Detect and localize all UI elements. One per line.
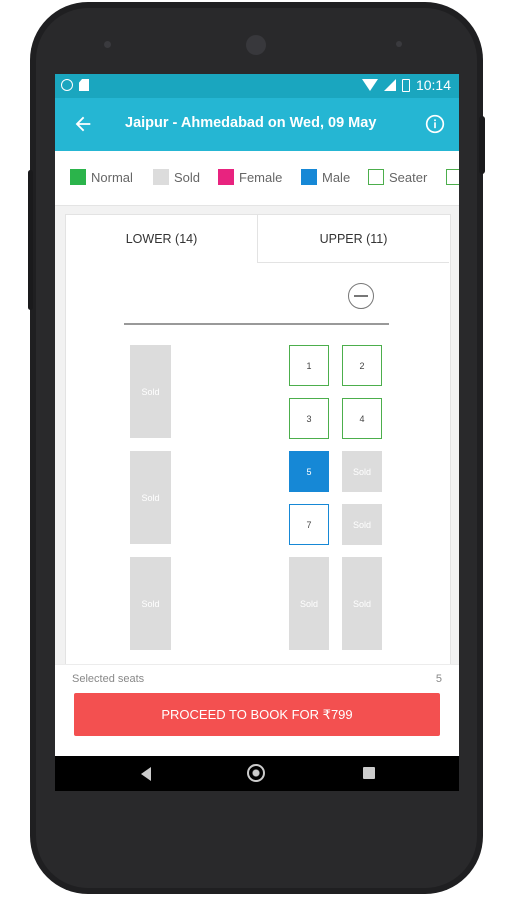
- legend-swatch-male: [301, 169, 317, 185]
- legend-female: Female: [218, 169, 282, 185]
- seat-sold: Sold: [130, 451, 171, 544]
- sd-card-icon: [79, 79, 89, 91]
- legend-swatch-sold: [153, 169, 169, 185]
- seat-sold: Sold: [342, 451, 382, 492]
- nav-back-icon[interactable]: [141, 767, 151, 781]
- nav-recents-icon[interactable]: [363, 767, 375, 779]
- phone-screen: 10:14 Jaipur - Ahmedabad on Wed, 09 May …: [55, 74, 459, 791]
- booking-footer: Selected seats 5 PROCEED TO BOOK FOR ₹79…: [55, 664, 459, 757]
- seat-5[interactable]: 5: [289, 451, 329, 492]
- legend-swatch-partial: [446, 169, 459, 185]
- android-nav-bar: [55, 756, 459, 791]
- legend-swatch-female: [218, 169, 234, 185]
- legend-swatch-normal: [70, 169, 86, 185]
- seat-sold: Sold: [130, 557, 171, 650]
- selected-seats-value: 5: [435, 673, 442, 685]
- seat-sold: Sold: [289, 557, 329, 650]
- status-time: 10:14: [415, 77, 451, 93]
- app-bar: Jaipur - Ahmedabad on Wed, 09 May: [55, 98, 459, 151]
- battery-icon: [401, 78, 410, 92]
- driver-divider: [124, 323, 389, 325]
- seat-4[interactable]: 4: [342, 398, 382, 439]
- legend-seater: Seater: [368, 169, 427, 185]
- power-button: [479, 116, 485, 174]
- status-bar: 10:14: [55, 74, 459, 98]
- tab-lower[interactable]: LOWER (14): [66, 215, 257, 263]
- selected-seats-label: Selected seats: [72, 673, 145, 685]
- seat-sold: Sold: [130, 345, 171, 438]
- seat-sold: Sold: [342, 504, 382, 545]
- seat-map-card: LOWER (14) UPPER (11) Sold Sold Sold 1 2…: [65, 214, 451, 666]
- seat-7[interactable]: 7: [289, 504, 329, 545]
- proceed-to-book-button[interactable]: PROCEED TO BOOK FOR ₹799: [74, 693, 440, 736]
- seat-1[interactable]: 1: [289, 345, 329, 386]
- back-arrow-icon[interactable]: [72, 113, 94, 135]
- legend-normal: Normal: [70, 169, 133, 185]
- tab-upper[interactable]: UPPER (11): [257, 215, 449, 263]
- legend-sold: Sold: [153, 169, 200, 185]
- seat-sold: Sold: [342, 557, 382, 650]
- volume-button: [28, 170, 33, 310]
- route-title: Jaipur - Ahmedabad on Wed, 09 May: [125, 115, 377, 131]
- wifi-icon: [361, 79, 378, 91]
- legend-male: Male: [301, 169, 350, 185]
- sensor-dot-right: [396, 41, 402, 47]
- front-camera: [246, 35, 266, 55]
- nav-home-icon[interactable]: [247, 764, 265, 782]
- steering-wheel-icon: [348, 283, 374, 309]
- info-icon[interactable]: [425, 114, 445, 134]
- seat-3[interactable]: 3: [289, 398, 329, 439]
- notification-circle-icon: [61, 79, 73, 91]
- seat-legend: Normal Sold Female Male Seater: [55, 151, 459, 206]
- legend-swatch-seater: [368, 169, 384, 185]
- sensor-dot: [104, 41, 111, 48]
- signal-icon: [383, 79, 396, 91]
- seat-2[interactable]: 2: [342, 345, 382, 386]
